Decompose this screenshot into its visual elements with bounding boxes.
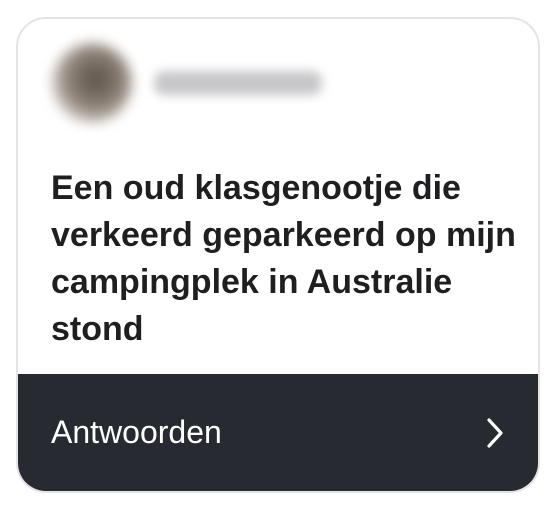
reply-button[interactable]: Antwoorden [18,374,538,491]
avatar [52,43,132,123]
question-text: Een oud klasgenootje die verkeerd gepark… [51,169,516,348]
username: brandaliho [154,71,322,95]
chevron-right-icon [484,416,506,450]
reply-label: Antwoorden [51,414,222,450]
question-card: brandaliho Een oud klasgenootje die verk… [16,17,540,493]
card-header: brandaliho [52,43,322,123]
